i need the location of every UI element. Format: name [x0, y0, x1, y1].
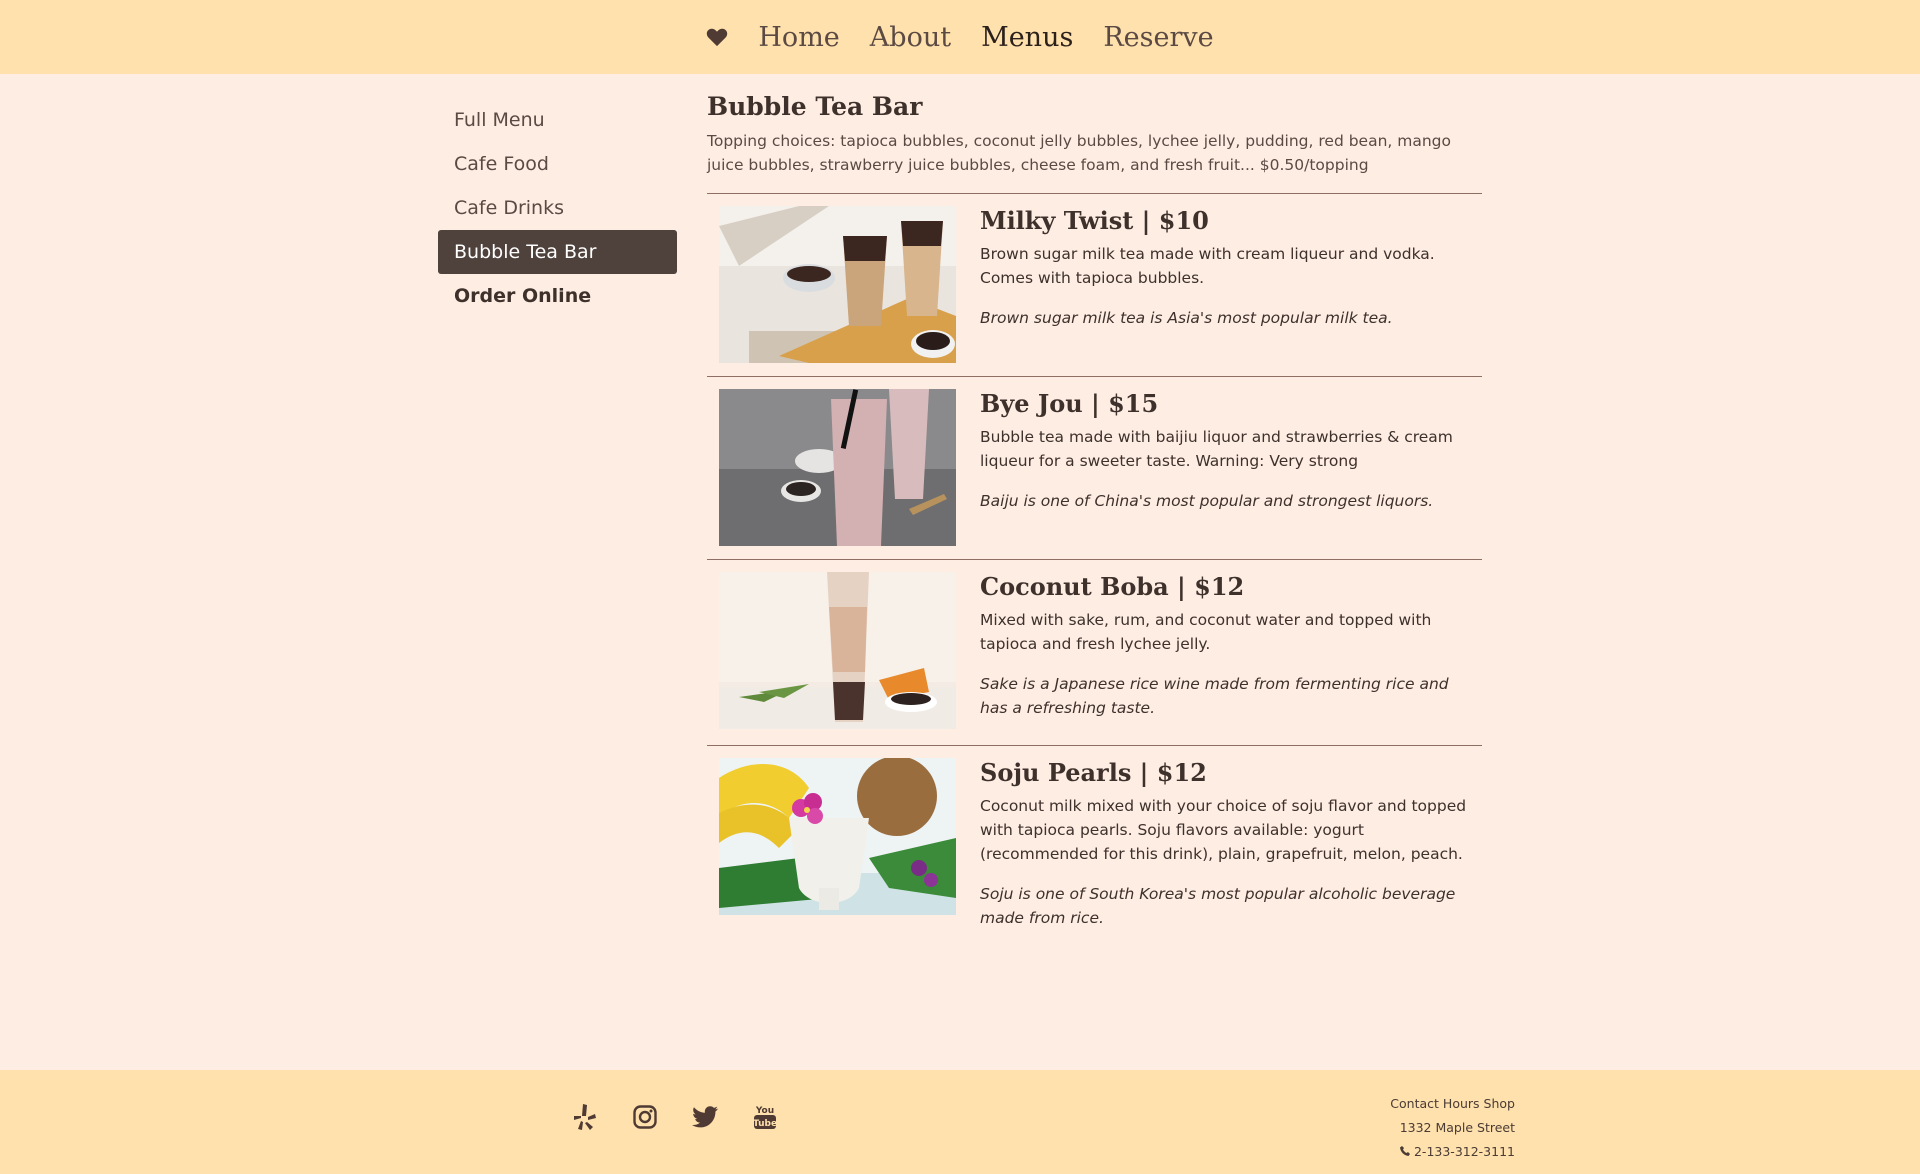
- nav-about[interactable]: About: [870, 22, 951, 53]
- menu-item: Coconut Boba | $12 Mixed with sake, rum,…: [707, 559, 1482, 745]
- sidebar-item-full-menu[interactable]: Full Menu: [438, 98, 677, 142]
- nav-reserve[interactable]: Reserve: [1103, 22, 1213, 53]
- contact-info: Contact Hours Shop 1332 Maple Street 2-133…: [1386, 1092, 1515, 1164]
- soju-pearls-photo: [719, 758, 956, 915]
- instagram-icon[interactable]: [632, 1104, 658, 1130]
- menu-item: Bye Jou | $15 Bubble tea made with baiji…: [707, 376, 1482, 559]
- footer-phone-row: 2-133-312-3111: [1386, 1140, 1515, 1164]
- menu-item-body: Bye Jou | $15 Bubble tea made with baiji…: [980, 389, 1470, 547]
- sidebar-item-bubble-tea-bar[interactable]: Bubble Tea Bar: [438, 230, 677, 274]
- footer-links: Contact Hours Shop: [1386, 1092, 1515, 1116]
- phone-icon: [1400, 1144, 1414, 1159]
- social-links: You Tube: [572, 1104, 778, 1130]
- menu-content: Bubble Tea Bar Topping choices: tapioca …: [707, 92, 1482, 942]
- footer-link-shop[interactable]: Shop: [1484, 1096, 1515, 1111]
- footer-address: 1332 Maple Street: [1399, 1120, 1515, 1135]
- menu-item-title: Milky Twist | $10: [980, 206, 1209, 235]
- menu-item-title: Soju Pearls | $12: [980, 758, 1207, 787]
- section-title: Bubble Tea Bar: [707, 92, 923, 121]
- menu-item: Milky Twist | $10 Brown sugar milk tea m…: [707, 193, 1482, 376]
- sidebar-item-cafe-drinks[interactable]: Cafe Drinks: [438, 186, 677, 230]
- menu-item-body: Coconut Boba | $12 Mixed with sake, rum,…: [980, 572, 1470, 733]
- menu-item-note: Soju is one of South Korea's most popula…: [980, 885, 1456, 927]
- menu-item-title: Coconut Boba | $12: [980, 572, 1245, 601]
- footer-phone[interactable]: 2-133-312-3111: [1414, 1144, 1515, 1159]
- svg-text:You: You: [755, 1106, 774, 1116]
- menu-item-description: Bubble tea made with baijiu liquor and s…: [980, 428, 1453, 470]
- nav-home[interactable]: Home: [758, 22, 839, 53]
- menu-item-description: Coconut milk mixed with your choice of s…: [980, 797, 1467, 863]
- main-nav: Home About Menus Reserve: [706, 22, 1214, 53]
- coconut-boba-photo: [719, 572, 956, 729]
- yelp-icon[interactable]: [572, 1104, 598, 1130]
- footer-link-contact[interactable]: Contact: [1390, 1096, 1439, 1111]
- sidebar-item-order-online[interactable]: Order Online: [438, 274, 677, 318]
- nav-menus[interactable]: Menus: [981, 22, 1073, 53]
- menu-item-title: Bye Jou | $15: [980, 389, 1159, 418]
- menu-sidebar: Full Menu Cafe Food Cafe Drinks Bubble T…: [438, 98, 677, 318]
- menu-item-body: Soju Pearls | $12 Coconut milk mixed wit…: [980, 758, 1470, 930]
- footer-link-hours[interactable]: Hours: [1443, 1096, 1480, 1111]
- youtube-icon[interactable]: You Tube: [752, 1104, 778, 1130]
- section-description: Topping choices: tapioca bubbles, coconu…: [707, 132, 1451, 174]
- menu-item: Soju Pearls | $12 Coconut milk mixed wit…: [707, 745, 1482, 942]
- heart-icon[interactable]: [706, 26, 728, 48]
- bye-jou-photo: [719, 389, 956, 546]
- top-navbar: Home About Menus Reserve: [0, 0, 1920, 74]
- twitter-icon[interactable]: [692, 1104, 718, 1130]
- menu-item-description: Mixed with sake, rum, and coconut water …: [980, 611, 1432, 653]
- menu-item-description: Brown sugar milk tea made with cream liq…: [980, 245, 1435, 287]
- menu-item-note: Brown sugar milk tea is Asia's most popu…: [980, 309, 1393, 327]
- footer: [0, 1070, 1920, 1174]
- milky-twist-photo: [719, 206, 956, 363]
- menu-item-note: Baiju is one of China's most popular and…: [980, 492, 1434, 510]
- svg-text:Tube: Tube: [753, 1119, 777, 1129]
- menu-item-body: Milky Twist | $10 Brown sugar milk tea m…: [980, 206, 1470, 364]
- menu-item-note: Sake is a Japanese rice wine made from f…: [980, 675, 1449, 717]
- sidebar-item-cafe-food[interactable]: Cafe Food: [438, 142, 677, 186]
